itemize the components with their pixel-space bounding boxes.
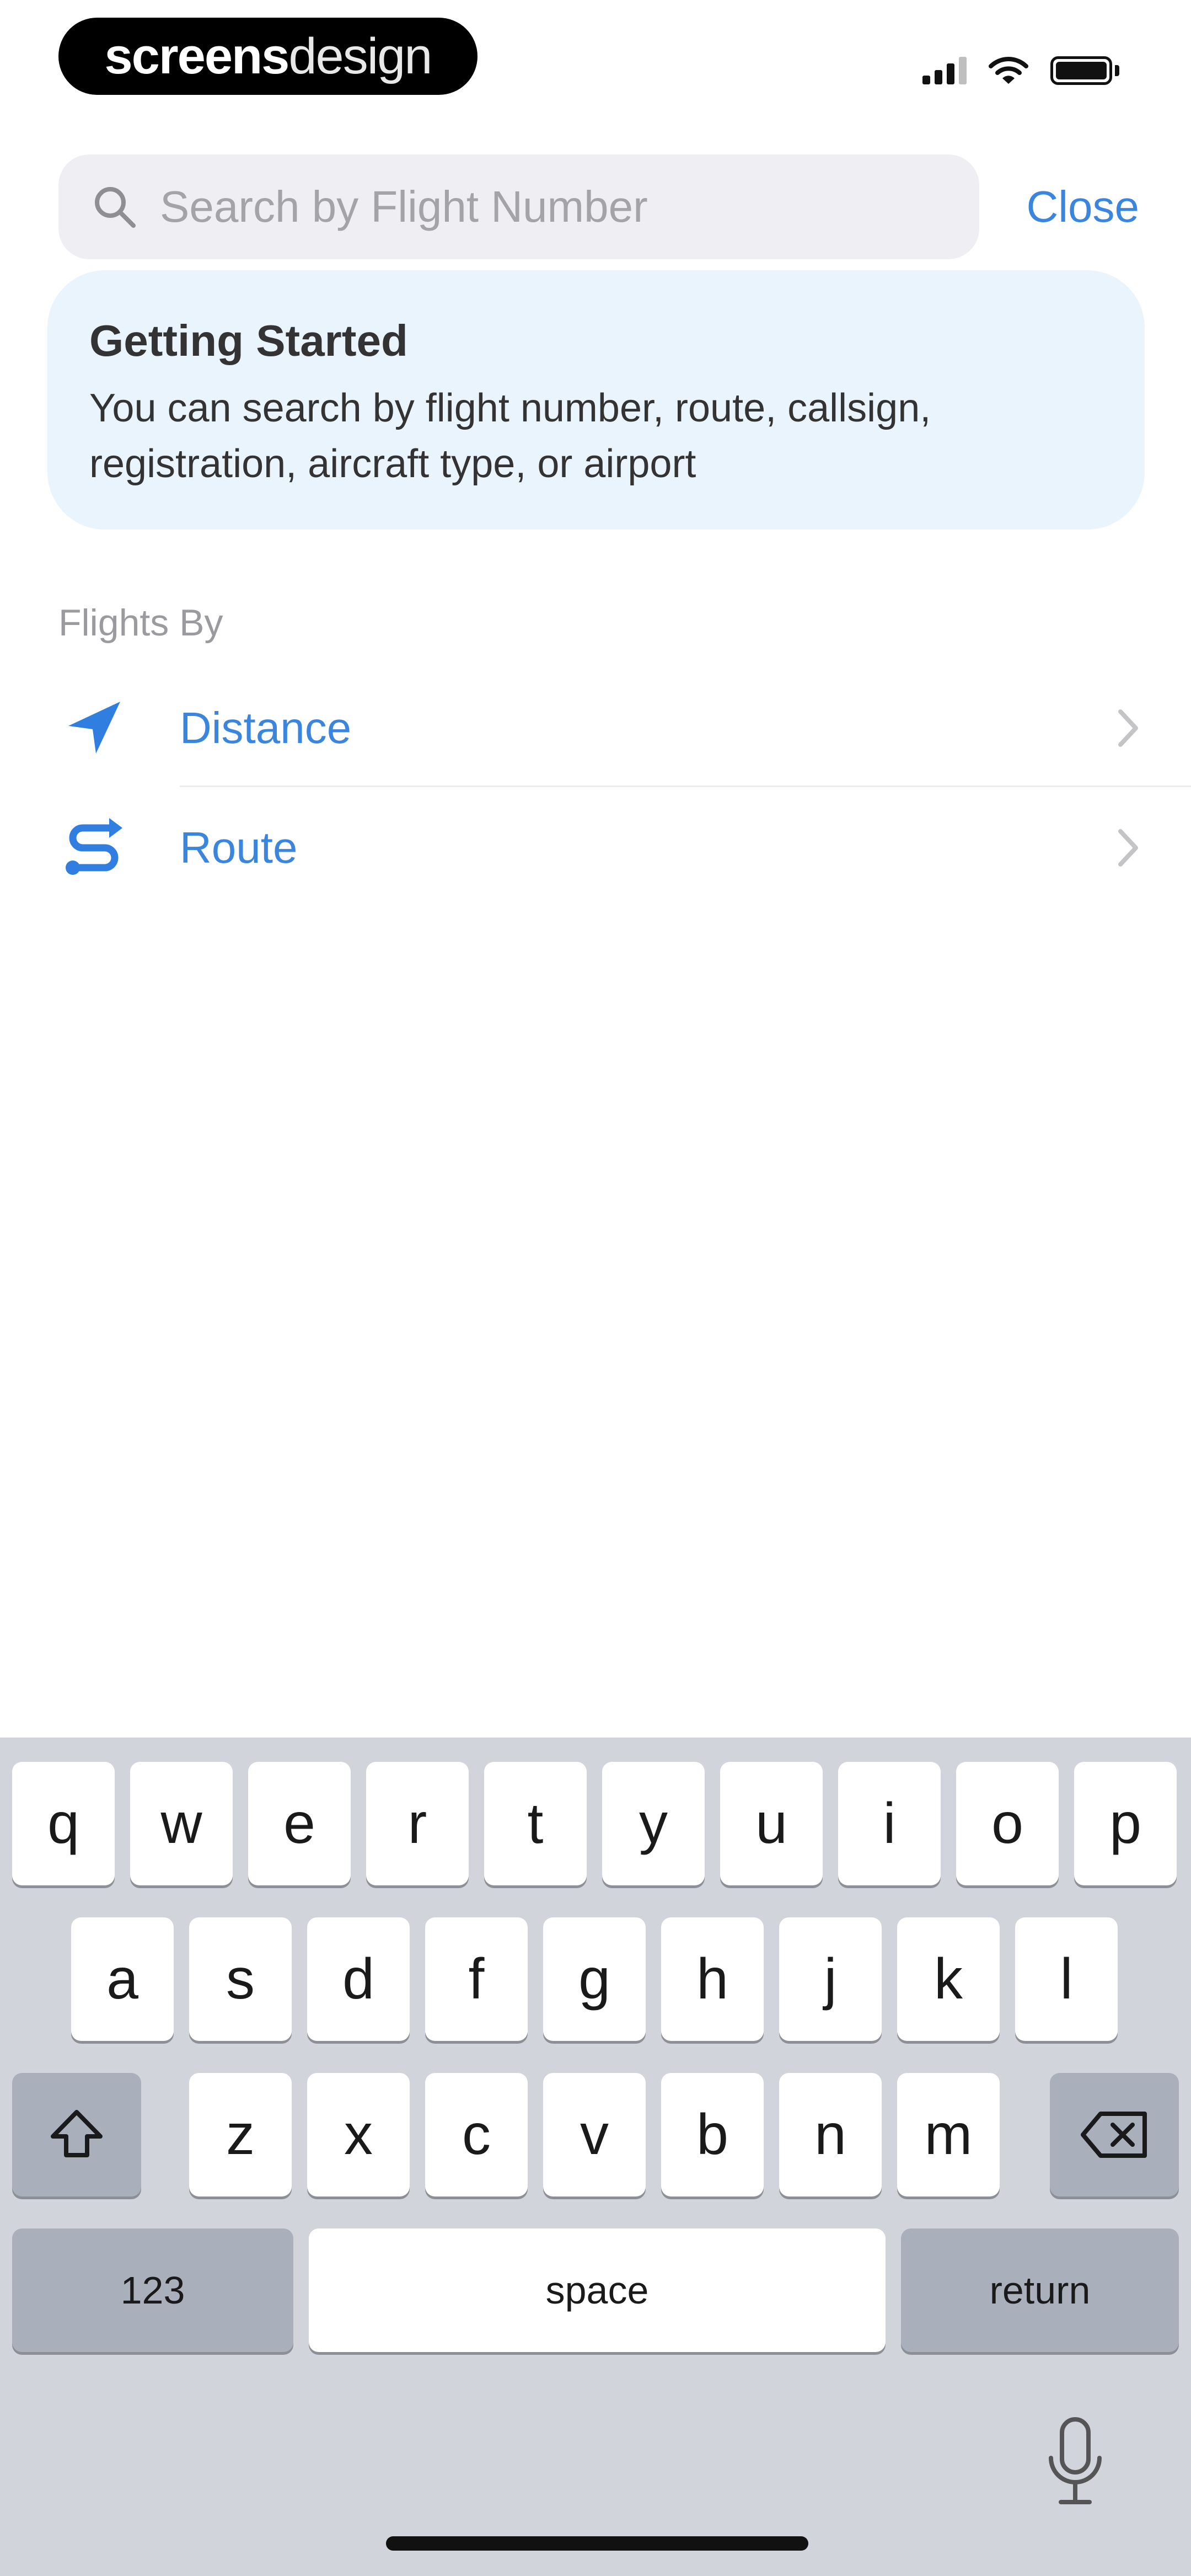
key-u[interactable]: u (720, 1762, 823, 1885)
key-y[interactable]: y (602, 1762, 705, 1885)
search-field[interactable] (58, 154, 979, 259)
brand-text-strong: screens (104, 28, 290, 84)
wifi-icon (989, 57, 1028, 84)
key-h[interactable]: h (661, 1917, 764, 2041)
chevron-right-icon (1118, 709, 1138, 747)
brand-text-light: design (288, 28, 432, 84)
key-n[interactable]: n (779, 2073, 882, 2196)
key-b[interactable]: b (661, 2073, 764, 2196)
key-m[interactable]: m (897, 2073, 1000, 2196)
key-d[interactable]: d (307, 1917, 410, 2041)
key-f[interactable]: f (425, 1917, 528, 2041)
key-p[interactable]: p (1074, 1762, 1177, 1885)
flights-by-distance-row[interactable]: Distance (0, 670, 1191, 786)
keyboard: q w e r t y u i o p a s d f g h j k l z … (0, 1738, 1191, 2576)
key-v[interactable]: v (543, 2073, 646, 2196)
return-key[interactable]: return (901, 2228, 1179, 2352)
status-icons (922, 54, 1119, 87)
battery-icon (1050, 56, 1119, 85)
home-indicator (386, 2536, 808, 2551)
search-icon (95, 187, 136, 228)
close-button[interactable]: Close (990, 154, 1139, 259)
flights-by-route-row[interactable]: Route (0, 790, 1191, 906)
flight-search-screen: screensdesign Close (0, 0, 1191, 2576)
key-l[interactable]: l (1015, 1917, 1118, 2041)
key-w[interactable]: w (130, 1762, 233, 1885)
delete-key[interactable] (1050, 2073, 1179, 2196)
numbers-key[interactable]: 123 (12, 2228, 293, 2352)
route-icon (66, 818, 122, 875)
location-arrow-icon (68, 702, 120, 753)
key-t[interactable]: t (484, 1762, 587, 1885)
shift-key[interactable] (12, 2073, 141, 2196)
key-a[interactable]: a (71, 1917, 174, 2041)
shift-icon (51, 2110, 103, 2157)
key-g[interactable]: g (543, 1917, 646, 2041)
chevron-right-icon (1118, 829, 1138, 867)
key-k[interactable]: k (897, 1917, 1000, 2041)
key-s[interactable]: s (189, 1917, 292, 2041)
key-j[interactable]: j (779, 1917, 882, 2041)
search-row: Close (58, 154, 1139, 259)
cellular-signal-icon (922, 57, 967, 84)
key-e[interactable]: e (248, 1762, 351, 1885)
search-input[interactable] (160, 181, 943, 232)
key-q[interactable]: q (12, 1762, 115, 1885)
microphone-icon[interactable] (1042, 2416, 1108, 2510)
key-i[interactable]: i (838, 1762, 941, 1885)
flights-by-distance-label: Distance (180, 703, 352, 752)
key-o[interactable]: o (956, 1762, 1059, 1885)
getting-started-card: Getting Started You can search by flight… (47, 270, 1145, 530)
key-c[interactable]: c (425, 2073, 528, 2196)
flights-by-header: Flights By (58, 602, 223, 644)
flights-by-route-label: Route (180, 823, 298, 872)
key-r[interactable]: r (366, 1762, 469, 1885)
status-bar: screens design (0, 0, 1191, 116)
row-divider (180, 785, 1191, 787)
delete-icon (1081, 2112, 1147, 2158)
key-z[interactable]: z (189, 2073, 292, 2196)
brand-watermark: screens design (58, 18, 478, 95)
getting-started-title: Getting Started (89, 316, 408, 365)
getting-started-body: You can search by flight number, route, … (89, 386, 931, 486)
key-x[interactable]: x (307, 2073, 410, 2196)
space-key[interactable]: space (309, 2228, 886, 2352)
